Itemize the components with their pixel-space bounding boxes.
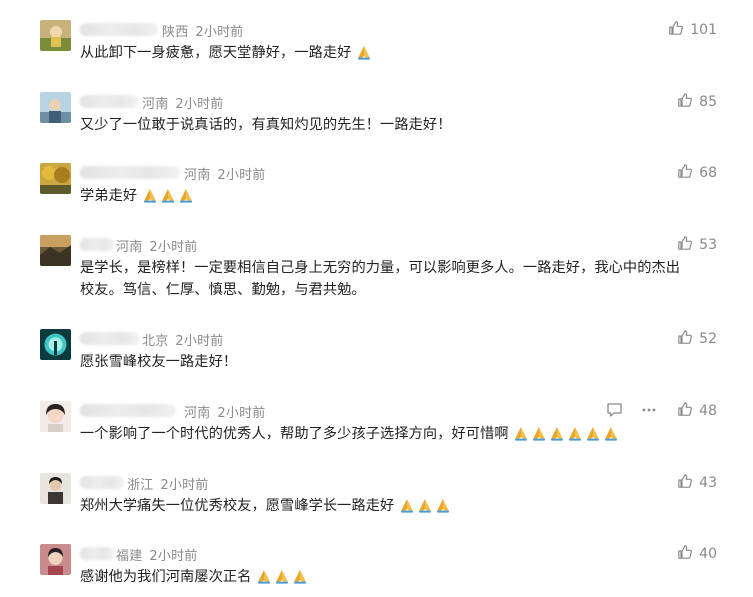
username-blurred[interactable] <box>80 238 114 251</box>
timestamp: 2小时前 <box>175 97 224 112</box>
username-blurred[interactable] <box>80 23 158 36</box>
avatar[interactable] <box>40 92 71 123</box>
like-count: 101 <box>690 22 717 38</box>
thumbs-up-icon <box>677 163 699 183</box>
emoji-group <box>137 188 196 204</box>
location: 河南 <box>184 406 211 421</box>
like-count: 68 <box>699 165 717 181</box>
location: 河南 <box>142 97 169 112</box>
avatar[interactable] <box>40 235 71 266</box>
like-count: 53 <box>699 237 717 253</box>
username-blurred[interactable] <box>80 95 138 108</box>
comment-meta: 河南 2小时前 <box>184 402 272 421</box>
thumbs-up-icon <box>668 20 690 40</box>
like-count: 52 <box>699 331 717 347</box>
like-count: 48 <box>699 403 717 419</box>
timestamp: 2小时前 <box>149 240 198 255</box>
timestamp: 2小时前 <box>217 406 266 421</box>
thumbs-up-icon <box>677 473 699 493</box>
avatar[interactable] <box>40 20 71 51</box>
emoji-group <box>251 569 310 585</box>
folded-hands-emoji <box>179 189 192 203</box>
timestamp: 2小时前 <box>217 168 266 183</box>
timestamp: 2小时前 <box>175 334 224 349</box>
comment-text: 一个影响了一个时代的优秀人，帮助了多少孩子选择方向，好可惜啊 <box>80 423 720 445</box>
comment-meta: 陕西 2小时前 <box>162 21 250 40</box>
reply-button[interactable] <box>606 402 623 422</box>
like-button[interactable]: 52 <box>677 329 717 349</box>
emoji-group <box>509 426 622 442</box>
like-button[interactable]: 101 <box>668 20 717 40</box>
folded-hands-emoji <box>418 499 431 513</box>
comment-text: 感谢他为我们河南屡次正名 <box>80 566 720 588</box>
comment-meta: 河南 2小时前 <box>184 164 272 183</box>
location: 北京 <box>142 334 169 349</box>
username-blurred[interactable] <box>80 547 114 560</box>
folded-hands-emoji <box>161 189 174 203</box>
more-button[interactable] <box>641 402 657 422</box>
avatar[interactable] <box>40 544 71 575</box>
folded-hands-emoji <box>515 427 528 441</box>
thumbs-up-icon <box>677 329 699 349</box>
username-blurred[interactable] <box>80 476 124 489</box>
like-count: 85 <box>699 94 717 110</box>
folded-hands-emoji <box>533 427 546 441</box>
comment-meta: 河南 2小时前 <box>116 236 204 255</box>
timestamp: 2小时前 <box>195 25 244 40</box>
comment-text: 愿张雪峰校友一路走好！ <box>80 354 238 370</box>
folded-hands-emoji <box>143 189 156 203</box>
comment-text: 是学长，是榜样！一定要相信自己身上无穷的力量，可以影响更多人。一路走好，我心中的… <box>80 260 681 298</box>
thumbs-up-icon <box>677 401 699 421</box>
username-blurred[interactable] <box>80 332 140 345</box>
thumbs-up-icon <box>677 235 699 255</box>
comment-actions <box>606 402 657 422</box>
like-button[interactable]: 40 <box>677 544 717 564</box>
like-count: 43 <box>699 475 717 491</box>
avatar[interactable] <box>40 163 71 194</box>
avatar[interactable] <box>40 329 71 360</box>
location: 河南 <box>116 240 143 255</box>
like-button[interactable]: 53 <box>677 235 717 255</box>
timestamp: 2小时前 <box>160 478 209 493</box>
like-button[interactable]: 85 <box>677 92 717 112</box>
folded-hands-emoji <box>436 499 449 513</box>
comment-text: 学弟走好 <box>80 185 720 207</box>
timestamp: 2小时前 <box>149 549 198 564</box>
folded-hands-emoji <box>569 427 582 441</box>
folded-hands-emoji <box>605 427 618 441</box>
comment-text: 又少了一位敢于说真话的，有真知灼见的先生！一路走好！ <box>80 117 452 133</box>
more-dots-icon <box>641 403 657 422</box>
like-button[interactable]: 43 <box>677 473 717 493</box>
comment-meta: 北京 2小时前 <box>142 330 230 349</box>
avatar[interactable] <box>40 401 71 432</box>
comment-meta: 浙江 2小时前 <box>127 474 215 493</box>
like-button[interactable]: 68 <box>677 163 717 183</box>
thumbs-up-icon <box>677 92 699 112</box>
folded-hands-emoji <box>400 499 413 513</box>
like-count: 40 <box>699 546 717 562</box>
username-blurred[interactable] <box>80 166 180 179</box>
comment-text: 郑州大学痛失一位优秀校友，愿雪峰学长一路走好 <box>80 495 720 517</box>
thumbs-up-icon <box>677 544 699 564</box>
emoji-group <box>394 498 453 514</box>
comment-icon <box>606 403 623 422</box>
folded-hands-emoji <box>358 46 371 60</box>
folded-hands-emoji <box>258 570 271 584</box>
location: 河南 <box>184 168 211 183</box>
folded-hands-emoji <box>587 427 600 441</box>
comment-text: 从此卸下一身疲惫，愿天堂静好，一路走好 <box>80 42 720 64</box>
username-blurred[interactable] <box>80 404 176 417</box>
comment-meta: 河南 2小时前 <box>142 93 230 112</box>
folded-hands-emoji <box>551 427 564 441</box>
like-button[interactable]: 48 <box>677 401 717 421</box>
folded-hands-emoji <box>294 570 307 584</box>
comment-meta: 福建 2小时前 <box>116 545 204 564</box>
folded-hands-emoji <box>276 570 289 584</box>
location: 陕西 <box>162 25 189 40</box>
location: 福建 <box>116 549 143 564</box>
location: 浙江 <box>127 478 154 493</box>
emoji-group <box>351 45 374 61</box>
avatar[interactable] <box>40 473 71 504</box>
